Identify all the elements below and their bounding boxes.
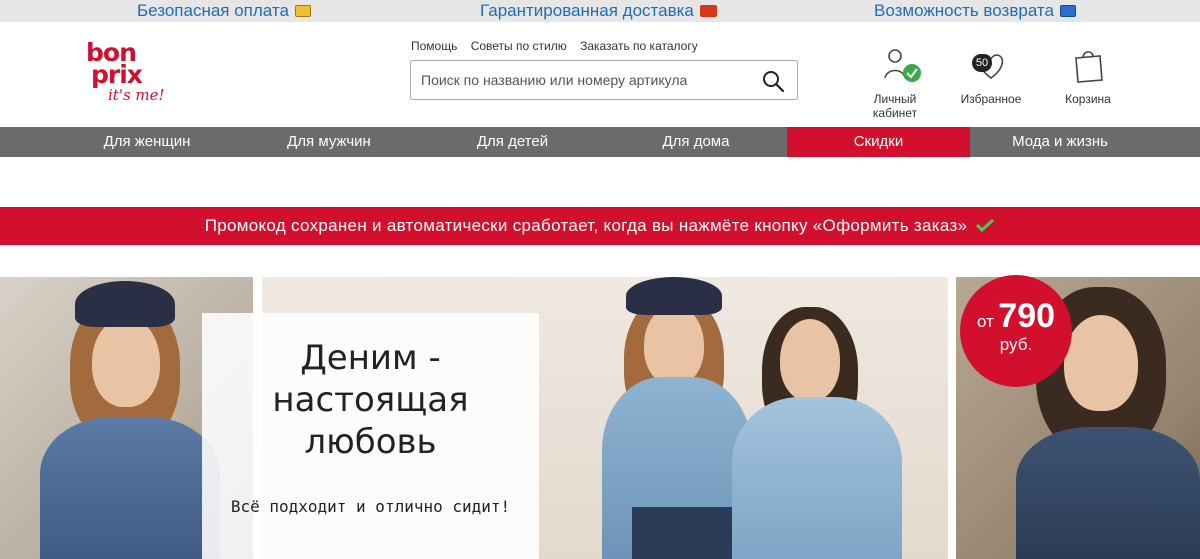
return-arrow-icon	[1059, 5, 1076, 17]
nav-sale[interactable]: Скидки	[787, 127, 970, 157]
returns-label: Возможность возврата	[874, 1, 1054, 20]
logo-slogan: it's me!	[108, 86, 165, 104]
account-label: Личный кабинет	[872, 92, 918, 120]
main-navigation: Для женщин Для мужчин Для детей Для дома…	[0, 127, 1200, 157]
truck-icon	[699, 5, 717, 17]
favorites-button[interactable]: 50 Избранное	[958, 44, 1024, 106]
search-box	[410, 60, 798, 100]
search-icon[interactable]	[761, 69, 785, 93]
hero-subline: Всё подходит и отлично сидит!	[230, 497, 511, 516]
logo-line-2: prix	[91, 60, 143, 89]
nav-kids[interactable]: Для детей	[420, 127, 605, 157]
returns-link[interactable]: Возможность возврата	[874, 0, 1076, 22]
price-value: 790	[998, 297, 1056, 335]
site-header: bon prix it's me! Помощь Советы по стилю…	[0, 22, 1200, 127]
checkmark-icon	[976, 218, 995, 232]
price-badge: от 790 руб.	[960, 275, 1072, 387]
nav-fashion-life[interactable]: Мода и жизнь	[970, 127, 1150, 157]
style-tips-link[interactable]: Советы по стилю	[471, 39, 567, 53]
hero-headline: Деним - настоящая любовь	[272, 338, 469, 462]
account-button[interactable]: Личный кабинет	[866, 44, 924, 120]
bonprix-logo[interactable]: bon prix it's me!	[86, 40, 166, 114]
help-link[interactable]: Помощь	[411, 39, 457, 53]
promo-text: Промокод сохранен и автоматически сработ…	[204, 216, 968, 235]
nav-women[interactable]: Для женщин	[56, 127, 238, 157]
favorites-count-badge: 50	[972, 54, 992, 72]
guaranteed-delivery-label: Гарантированная доставка	[480, 1, 694, 20]
logged-in-check-icon	[903, 64, 921, 82]
service-info-bar: Безопасная оплата Гарантированная достав…	[0, 0, 1200, 22]
help-links: Помощь Советы по стилю Заказать по катал…	[411, 39, 708, 53]
secure-payment-link[interactable]: Безопасная оплата	[137, 0, 311, 22]
secure-payment-label: Безопасная оплата	[137, 1, 289, 20]
nav-men[interactable]: Для мужчин	[238, 127, 420, 157]
nav-home[interactable]: Для дома	[605, 127, 787, 157]
price-currency: руб.	[999, 335, 1033, 354]
favorites-label: Избранное	[960, 92, 1022, 106]
search-input[interactable]	[411, 61, 751, 99]
shopping-bag-icon	[1075, 51, 1103, 83]
cart-label: Корзина	[1065, 92, 1111, 106]
guaranteed-delivery-link[interactable]: Гарантированная доставка	[480, 0, 717, 22]
hero-text-box: Деним - настоящая любовь Всё подходит и …	[202, 313, 539, 559]
price-from-label: от	[976, 312, 994, 331]
promo-code-banner: Промокод сохранен и автоматически сработ…	[0, 207, 1200, 245]
catalog-order-link[interactable]: Заказать по каталогу	[580, 39, 698, 53]
hero-banner[interactable]: Деним - настоящая любовь Всё подходит и …	[0, 275, 1200, 559]
cart-button[interactable]: Корзина	[1062, 44, 1114, 106]
credit-card-icon	[294, 5, 311, 17]
